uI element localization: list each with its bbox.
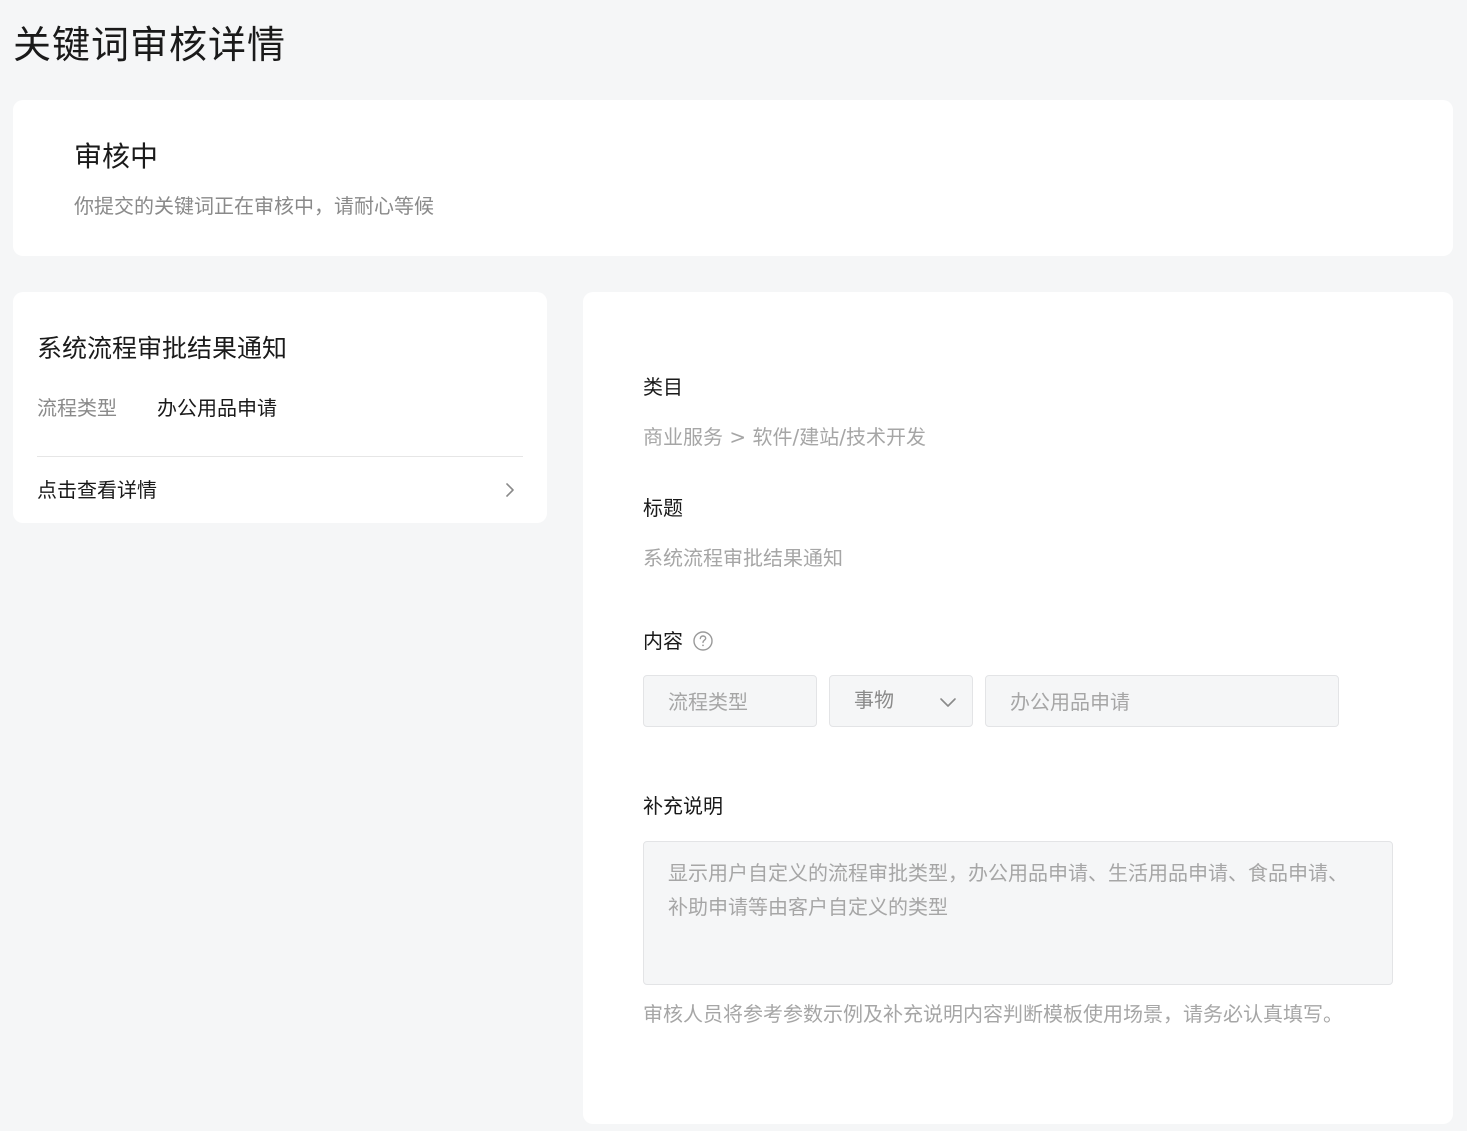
param-type-select[interactable]: 事物	[829, 675, 973, 727]
view-details-label: 点击查看详情	[37, 478, 157, 502]
param-example-input[interactable]: 办公用品申请	[985, 675, 1339, 727]
preview-title: 系统流程审批结果通知	[37, 334, 288, 363]
chevron-down-icon	[940, 698, 956, 707]
status-card: 审核中 你提交的关键词正在审核中，请耐心等候	[13, 100, 1453, 256]
note-label: 补充说明	[643, 794, 723, 818]
note-textarea[interactable]: 显示用户自定义的流程审批类型，办公用品申请、生活用品申请、食品申请、补助申请等由…	[643, 841, 1393, 985]
question-circle-icon[interactable]	[692, 630, 714, 652]
preview-field-key: 流程类型	[37, 396, 117, 420]
category-value: 商业服务 > 软件/建站/技术开发	[643, 425, 926, 449]
param-name-value: 流程类型	[668, 690, 748, 714]
page-title: 关键词审核详情	[13, 23, 287, 67]
title-value: 系统流程审批结果通知	[643, 546, 843, 570]
category-label: 类目	[643, 375, 683, 399]
status-description: 你提交的关键词正在审核中，请耐心等候	[74, 194, 434, 218]
content-label: 内容	[643, 629, 683, 653]
note-value: 显示用户自定义的流程审批类型，办公用品申请、生活用品申请、食品申请、补助申请等由…	[668, 861, 1348, 919]
view-details-link[interactable]: 点击查看详情	[37, 475, 523, 505]
param-name-input[interactable]: 流程类型	[643, 675, 817, 727]
title-label: 标题	[643, 496, 683, 520]
preview-divider	[37, 456, 523, 457]
param-example-value: 办公用品申请	[1010, 690, 1130, 714]
chevron-right-icon	[506, 483, 514, 497]
note-hint: 审核人员将参考参数示例及补充说明内容判断模板使用场景，请务必认真填写。	[643, 1002, 1343, 1026]
param-type-value: 事物	[854, 688, 894, 712]
preview-field-value: 办公用品申请	[157, 396, 277, 420]
status-title: 审核中	[74, 140, 159, 173]
message-preview-card: 系统流程审批结果通知 流程类型 办公用品申请 点击查看详情	[13, 292, 547, 523]
review-form-card: 类目 商业服务 > 软件/建站/技术开发 标题 系统流程审批结果通知 内容 流程…	[583, 292, 1453, 1124]
